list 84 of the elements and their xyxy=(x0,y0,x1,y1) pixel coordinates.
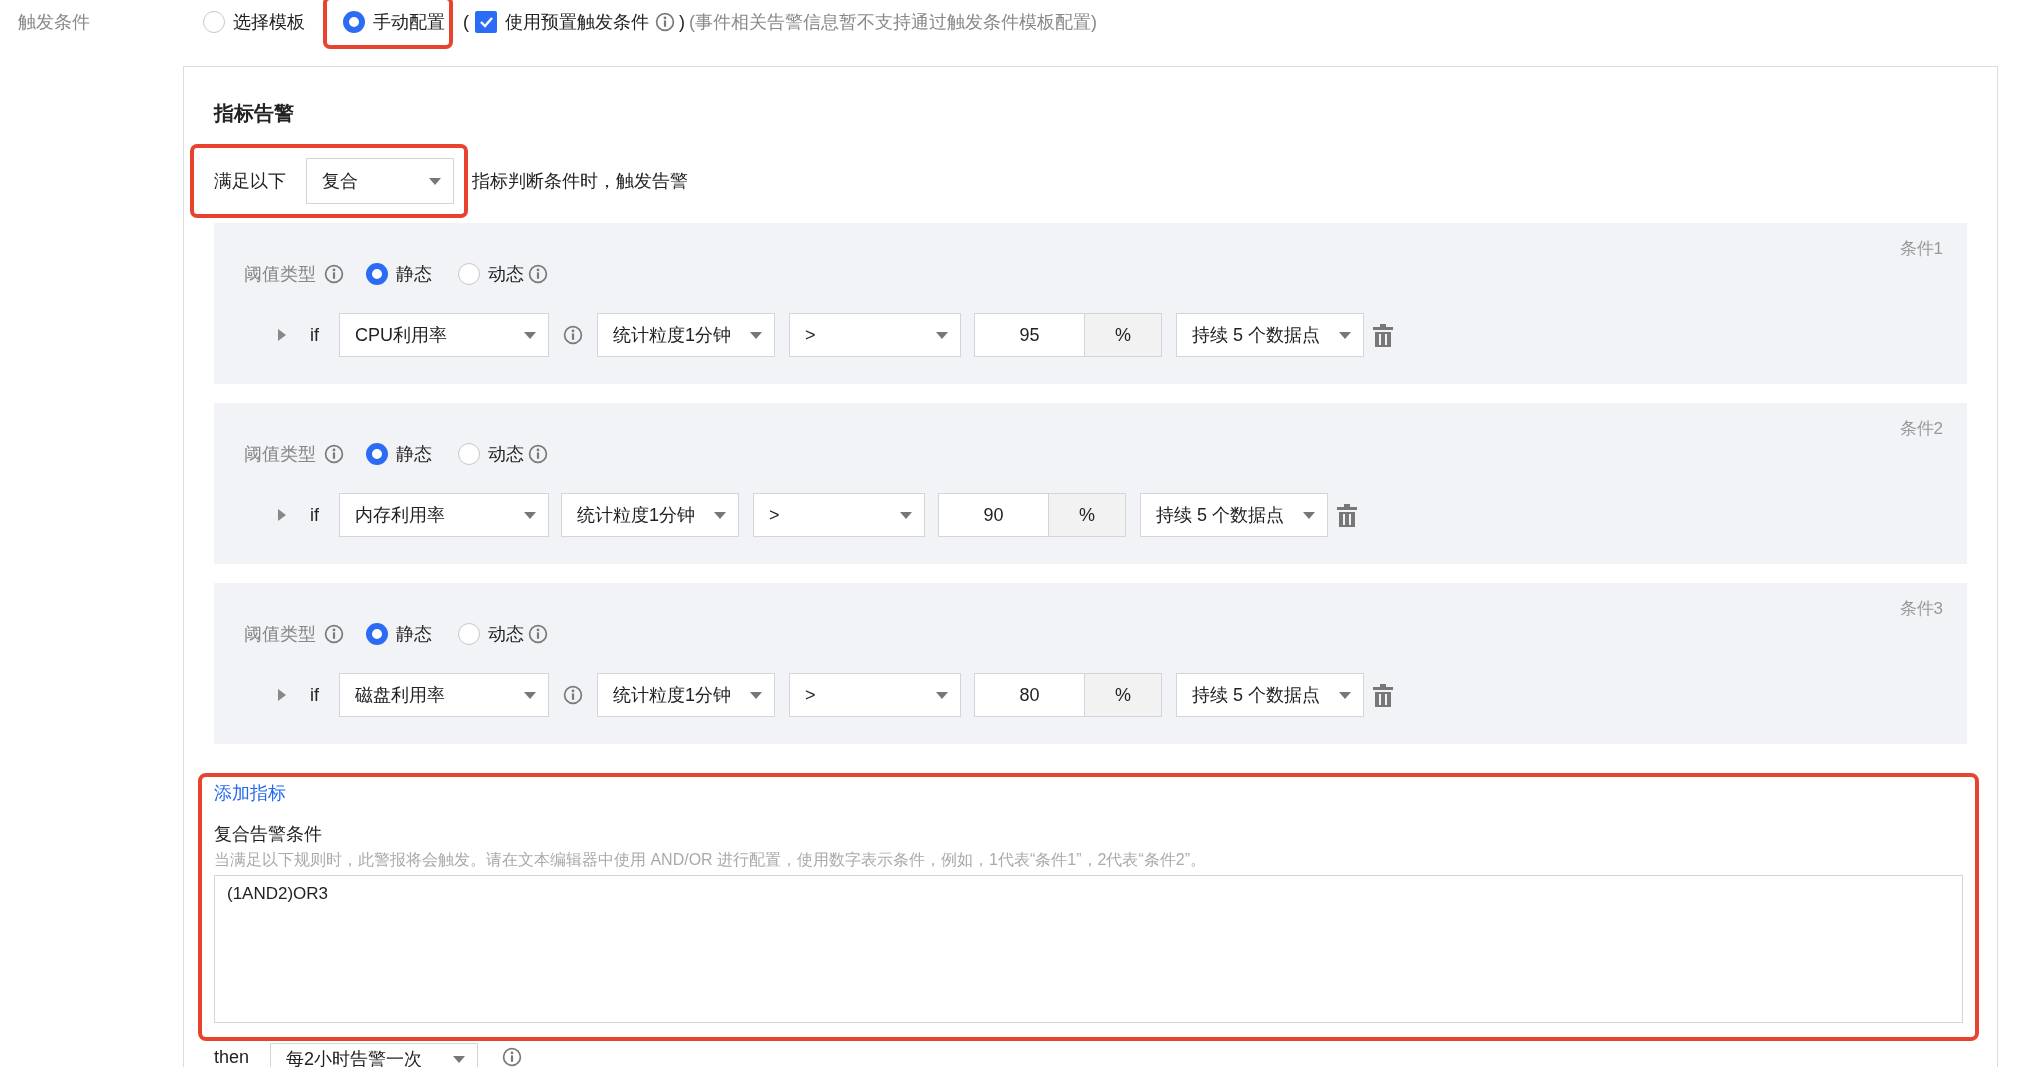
radio-button[interactable] xyxy=(366,263,388,285)
radio-button[interactable] xyxy=(458,623,480,645)
dropdown[interactable]: CPU利用率 xyxy=(339,313,549,357)
field-label: 阈值类型 xyxy=(244,263,316,286)
option-label: 选择模板 xyxy=(233,11,305,34)
dropdown[interactable]: 统计粒度1分钟 xyxy=(597,673,775,717)
option-label: 静态 xyxy=(396,263,432,286)
option-label: 手动配置 xyxy=(373,11,445,34)
caret-icon xyxy=(453,1055,465,1063)
then-label: then xyxy=(214,1046,251,1067)
dropdown[interactable]: 持续 5 个数据点 xyxy=(1176,673,1364,717)
caret-icon xyxy=(936,331,948,339)
field-label: 阈值类型 xyxy=(244,443,316,466)
field-label: 阈值类型 xyxy=(244,623,316,646)
add-metric-link[interactable]: 添加指标 xyxy=(214,781,286,803)
note-text: (事件相关告警信息暂不支持通过触发条件模板配置) xyxy=(689,11,1097,34)
match-label: 满足以下 xyxy=(214,170,286,193)
radio-button[interactable] xyxy=(366,623,388,645)
match-label: 指标判断条件时，触发告警 xyxy=(472,170,688,193)
info-icon xyxy=(655,12,675,32)
caret-icon xyxy=(524,331,536,339)
option-label: 动态 xyxy=(488,263,524,286)
radio-button[interactable] xyxy=(366,443,388,465)
expand-icon[interactable] xyxy=(278,509,286,521)
unit-label: % xyxy=(1085,313,1162,357)
value-field[interactable]: 80 xyxy=(974,673,1085,717)
trash-icon[interactable] xyxy=(1373,683,1393,707)
expression-field[interactable]: (1AND2)OR3 xyxy=(214,875,1963,1023)
field-label: 复合告警条件 xyxy=(214,823,323,846)
if-label: if xyxy=(310,324,319,346)
info-icon xyxy=(324,264,344,284)
expand-icon[interactable] xyxy=(278,329,286,341)
condition-name: 条件2 xyxy=(1899,418,1943,440)
unit-label: % xyxy=(1049,493,1126,537)
radio-button[interactable] xyxy=(458,443,480,465)
caret-icon xyxy=(714,511,726,519)
dropdown[interactable]: 统计粒度1分钟 xyxy=(561,493,739,537)
value-field[interactable]: 95 xyxy=(974,313,1085,357)
dropdown[interactable]: 每2小时告警一次 xyxy=(270,1043,478,1067)
dropdown[interactable]: 统计粒度1分钟 xyxy=(597,313,775,357)
dropdown[interactable]: > xyxy=(789,313,961,357)
caret-icon xyxy=(1339,691,1351,699)
dropdown[interactable]: 持续 5 个数据点 xyxy=(1176,313,1364,357)
caret-icon xyxy=(936,691,948,699)
dropdown[interactable]: > xyxy=(753,493,925,537)
info-icon xyxy=(324,624,344,644)
radio-button[interactable] xyxy=(343,11,365,33)
caret-icon xyxy=(429,177,441,185)
paren: ( xyxy=(463,11,469,33)
section-title: 指标告警 xyxy=(214,101,295,126)
option-label: 动态 xyxy=(488,443,524,466)
trash-icon[interactable] xyxy=(1337,503,1357,527)
hint-text: 当满足以下规则时，此警报将会触发。请在文本编辑器中使用 AND/OR 进行配置，使用数字表示条件，例如，1代表“条件1”，2代表“条件2”。 xyxy=(214,850,1208,870)
option-label: 静态 xyxy=(396,443,432,466)
caret-icon xyxy=(524,691,536,699)
value-field[interactable]: 90 xyxy=(938,493,1049,537)
expand-icon[interactable] xyxy=(278,689,286,701)
field-label: 触发条件 xyxy=(18,11,91,34)
dropdown[interactable]: > xyxy=(789,673,961,717)
dropdown[interactable]: 持续 5 个数据点 xyxy=(1140,493,1328,537)
info-icon xyxy=(502,1047,522,1067)
paren: ) xyxy=(679,11,685,33)
caret-icon xyxy=(900,511,912,519)
option-label: 动态 xyxy=(488,623,524,646)
dropdown[interactable]: 复合 xyxy=(306,158,454,204)
condition-name: 条件1 xyxy=(1899,238,1943,260)
trash-icon[interactable] xyxy=(1373,323,1393,347)
caret-icon xyxy=(750,331,762,339)
option-label: 静态 xyxy=(396,623,432,646)
dropdown[interactable]: 磁盘利用率 xyxy=(339,673,549,717)
info-icon xyxy=(324,444,344,464)
caret-icon xyxy=(1339,331,1351,339)
if-label: if xyxy=(310,504,319,526)
dropdown[interactable]: 内存利用率 xyxy=(339,493,549,537)
radio-button[interactable] xyxy=(203,11,225,33)
checkbox[interactable] xyxy=(475,11,497,33)
radio-button[interactable] xyxy=(458,263,480,285)
caret-icon xyxy=(1303,511,1315,519)
caret-icon xyxy=(750,691,762,699)
caret-icon xyxy=(524,511,536,519)
if-label: if xyxy=(310,684,319,706)
checkbox-label: 使用预置触发条件 xyxy=(505,11,649,34)
unit-label: % xyxy=(1085,673,1162,717)
condition-name: 条件3 xyxy=(1899,598,1943,620)
